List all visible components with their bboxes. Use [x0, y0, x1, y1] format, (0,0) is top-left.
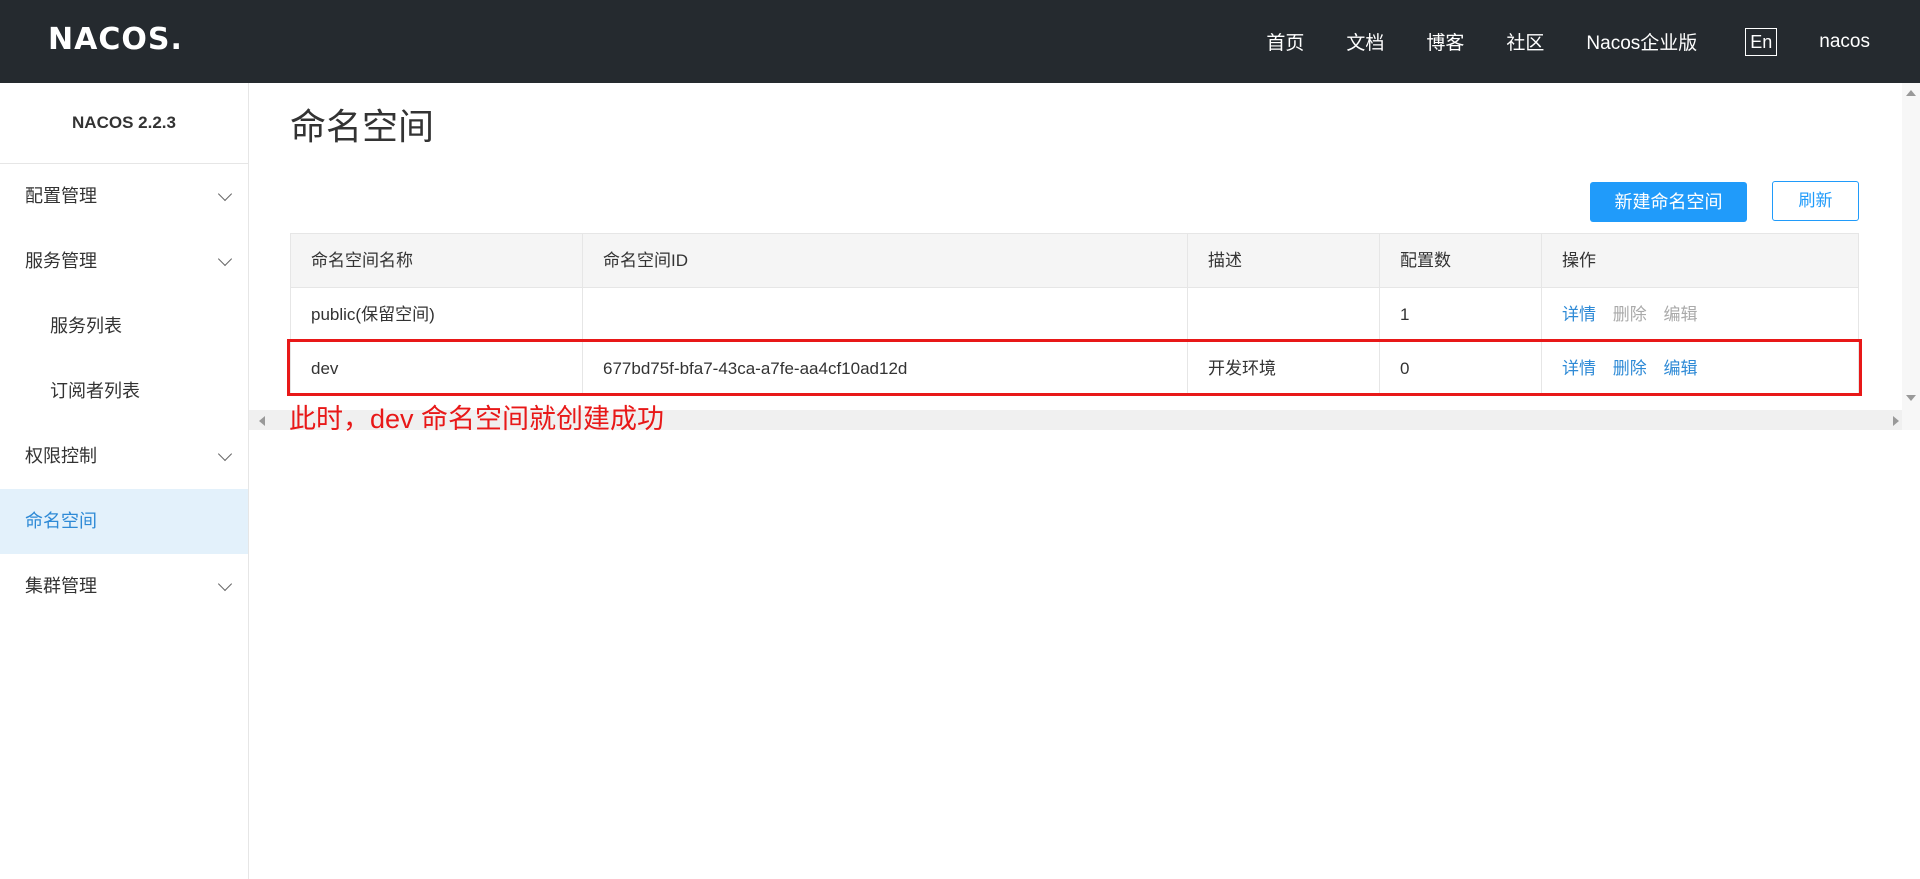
scroll-right-icon[interactable] [1893, 416, 1899, 426]
namespace-name: dev [291, 342, 583, 395]
nav-blog[interactable]: 博客 [1426, 28, 1464, 55]
scroll-up-icon[interactable] [1906, 90, 1916, 96]
edit-link-disabled: 编辑 [1663, 305, 1698, 324]
namespace-config-count: 1 [1380, 288, 1542, 341]
nav-enterprise[interactable]: Nacos企业版 [1586, 28, 1697, 55]
column-header-actions: 操作 [1562, 251, 1596, 270]
sidebar-item-label: 订阅者列表 [50, 381, 140, 401]
nav-community[interactable]: 社区 [1506, 28, 1544, 55]
sidebar-item-service-list[interactable]: 服务列表 [0, 294, 248, 359]
sidebar-item-label: 权限控制 [25, 446, 97, 466]
sidebar-item-subscriber-list[interactable]: 订阅者列表 [0, 359, 248, 424]
namespace-table: 命名空间名称 命名空间ID 描述 配置数 操作 public(保留空间) 1 详… [290, 233, 1859, 396]
sidebar-item-namespace[interactable]: 命名空间 [0, 489, 248, 554]
sidebar-item-label: 服务管理 [25, 251, 97, 271]
top-nav: 首页 文档 博客 社区 Nacos企业版 En nacos [1224, 0, 1870, 83]
nacos-logo[interactable]: NACOS. [48, 22, 183, 58]
detail-link[interactable]: 详情 [1562, 305, 1596, 324]
detail-link[interactable]: 详情 [1562, 359, 1596, 378]
create-namespace-button[interactable]: 新建命名空间 [1590, 182, 1747, 222]
column-header-name: 命名空间名称 [291, 234, 583, 287]
logo-text: NACOS. [48, 22, 183, 57]
refresh-button[interactable]: 刷新 [1772, 181, 1859, 221]
delete-link[interactable]: 删除 [1613, 359, 1647, 378]
namespace-id: 677bd75f-bfa7-43ca-a7fe-aa4cf10ad12d [583, 342, 1188, 395]
column-header-count: 配置数 [1380, 234, 1542, 287]
delete-link-disabled: 删除 [1612, 305, 1647, 324]
sidebar-item-config[interactable]: 配置管理 [0, 164, 248, 229]
sidebar-item-label: 配置管理 [25, 186, 97, 206]
table-row: public(保留空间) 1 详情 删除 编辑 [291, 288, 1858, 342]
nav-docs[interactable]: 文档 [1346, 28, 1384, 55]
vertical-scrollbar[interactable] [1902, 83, 1920, 430]
table-row: dev 677bd75f-bfa7-43ca-a7fe-aa4cf10ad12d… [291, 342, 1858, 396]
namespace-id [583, 288, 1188, 341]
namespace-desc: 开发环境 [1188, 342, 1380, 395]
edit-link[interactable]: 编辑 [1663, 359, 1697, 378]
chevron-down-icon [217, 576, 233, 592]
language-toggle[interactable]: En [1745, 27, 1778, 56]
chevron-down-icon [217, 186, 233, 202]
scroll-left-icon[interactable] [259, 416, 265, 426]
chevron-down-icon [217, 446, 233, 462]
namespace-name: public(保留空间) [291, 288, 583, 341]
sidebar-item-service[interactable]: 服务管理 [0, 229, 248, 294]
namespace-desc [1188, 288, 1380, 341]
sidebar-item-cluster[interactable]: 集群管理 [0, 554, 248, 619]
column-header-id: 命名空间ID [583, 234, 1188, 287]
annotation-text: 此时，dev 命名空间就创建成功 [289, 404, 665, 434]
sidebar-item-label: 服务列表 [50, 316, 122, 336]
sidebar-item-auth[interactable]: 权限控制 [0, 424, 248, 489]
chevron-down-icon [217, 251, 233, 267]
sidebar: NACOS 2.2.3 配置管理 服务管理 服务列表 订阅者列表 权限控制 命名… [0, 83, 249, 879]
version-label: NACOS 2.2.3 [0, 83, 248, 164]
sidebar-item-label: 集群管理 [25, 576, 97, 596]
user-menu[interactable]: nacos [1819, 31, 1870, 53]
table-header-row: 命名空间名称 命名空间ID 描述 配置数 操作 [291, 234, 1858, 288]
page-title: 命名空间 [290, 106, 435, 147]
top-navbar: NACOS. 首页 文档 博客 社区 Nacos企业版 En nacos [0, 0, 1920, 83]
row-actions: 详情 删除 编辑 [1542, 342, 1858, 395]
sidebar-item-label: 命名空间 [25, 511, 97, 531]
namespace-config-count: 0 [1380, 342, 1542, 395]
nav-home[interactable]: 首页 [1266, 28, 1304, 55]
row-actions: 详情 删除 编辑 [1542, 288, 1858, 341]
scroll-down-icon[interactable] [1906, 395, 1916, 401]
main-content: 命名空间 新建命名空间 刷新 命名空间名称 命名空间ID 描述 配置数 操作 p… [249, 83, 1920, 879]
column-header-desc: 描述 [1188, 234, 1380, 287]
